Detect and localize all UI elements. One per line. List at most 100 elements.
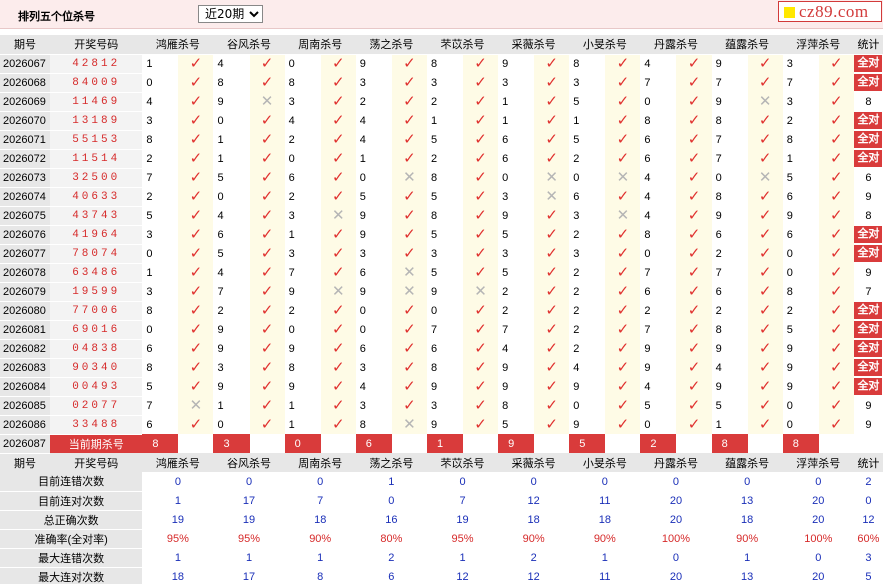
table-row: 2026082 04838 6 ✓ 9 ✓ 9 ✓ 6 ✓ 6 ✓ 4 ✓ 2 ✓ 9 ✓ 9 ✓ 9 ✓ 全对 <box>0 339 883 359</box>
kill-number-cell: 2 <box>569 263 606 282</box>
logo-square-icon <box>784 7 795 18</box>
check-icon: ✓ <box>545 340 558 357</box>
kill-number-cell: 7 <box>142 168 179 187</box>
kill-number-cell: 6 <box>213 225 250 244</box>
period-select[interactable]: 近20期 <box>198 5 263 23</box>
check-icon: ✓ <box>830 207 843 224</box>
table-row: 2026079 19599 3 ✓ 7 ✓ 9 ✕ 9 ✕ 9 ✕ 2 ✓ 2 ✓ 6 ✓ 6 ✓ 8 ✓ 7 <box>0 282 883 302</box>
kill-number-cell: 0 <box>213 111 250 130</box>
draw-number-cell: 77006 <box>50 301 143 321</box>
kill-number-cell: 9 <box>213 377 250 396</box>
kill-number-cell: 1 <box>284 396 321 415</box>
summary-value: 2 <box>530 551 537 564</box>
kill-number-cell: 8 <box>640 225 677 244</box>
kill-number-cell: 4 <box>640 168 677 187</box>
check-icon: ✓ <box>260 340 274 357</box>
table-header-row: 期号 开奖号码 鸿雁杀号 谷风杀号 周南杀号 荡之杀号 芣苡杀号 采薇杀号 小旻… <box>0 35 883 55</box>
kill-number-cell: 5 <box>498 415 535 434</box>
check-icon: ✓ <box>331 245 345 262</box>
kill-number-cell: 4 <box>640 54 677 73</box>
check-icon: ✓ <box>616 245 630 262</box>
issue-cell: 2026086 <box>0 415 51 435</box>
check-icon: ✓ <box>474 150 487 167</box>
kill-number-cell: 7 <box>711 263 748 282</box>
check-icon: ✓ <box>545 112 558 129</box>
issue-cell: 2026071 <box>0 130 51 150</box>
kill-number-cell: 7 <box>498 320 535 339</box>
kill-number-cell: 8 <box>426 168 464 187</box>
check-icon: ✓ <box>474 378 487 395</box>
check-icon: ✓ <box>331 55 345 73</box>
kill-number-cell: 3 <box>142 111 179 130</box>
summary-value: 1 <box>174 551 181 564</box>
kill-number-cell: 2 <box>284 130 321 149</box>
kill-number-cell: 6 <box>142 339 179 358</box>
table-row: 2026081 69016 0 ✓ 9 ✓ 0 ✓ 0 ✓ 7 ✓ 7 ✓ 2 ✓ 7 ✓ 8 ✓ 5 ✓ 全对 <box>0 320 883 340</box>
kill-number-cell: 9 <box>711 377 748 396</box>
check-icon: ✓ <box>331 169 345 186</box>
summary-value: 1 <box>388 475 395 488</box>
summary-value: 12 <box>527 494 540 507</box>
check-icon: ✓ <box>474 340 487 357</box>
all-correct-badge: 全对 <box>854 131 883 148</box>
current-spacer <box>391 434 427 453</box>
current-kill-number: 2 <box>640 434 677 453</box>
kill-number-cell: 4 <box>284 111 321 130</box>
draw-number-cell: 33488 <box>50 415 143 435</box>
kill-number-cell: 4 <box>213 263 250 282</box>
table-row: 2026086 33488 6 ✓ 0 ✓ 1 ✓ 8 ✕ 9 ✓ 5 ✓ 9 ✓ 0 ✓ 1 ✓ 0 ✓ 9 <box>0 415 883 435</box>
check-icon: ✓ <box>758 283 772 300</box>
sum-col-header-dangzhi: 荡之杀号 <box>355 453 427 472</box>
site-logo[interactable]: cz89.com <box>778 1 882 22</box>
check-icon: ✓ <box>403 55 416 73</box>
draw-number-cell: 04838 <box>50 339 143 359</box>
kill-number-cell: 0 <box>569 396 606 415</box>
kill-number-cell: 9 <box>569 377 606 396</box>
check-icon: ✓ <box>687 340 701 357</box>
summary-value: 19 <box>242 513 256 526</box>
summary-row: 目前连错次数 0 0 0 1 0 0 0 0 0 0 2 <box>0 472 883 492</box>
check-icon: ✓ <box>758 359 772 376</box>
summary-value: 12 <box>456 570 469 583</box>
summary-value: 18 <box>598 513 611 526</box>
kill-number-cell: 3 <box>782 92 819 111</box>
kill-number-cell: 5 <box>213 168 250 187</box>
kill-number-cell: 4 <box>569 358 606 377</box>
check-icon: ✓ <box>403 131 416 148</box>
kill-number-cell: 0 <box>142 244 179 263</box>
summary-value: 6 <box>388 570 395 583</box>
kill-number-cell: 5 <box>142 206 179 225</box>
cross-icon: ✕ <box>758 93 772 110</box>
summary-value: 0 <box>459 475 466 488</box>
kill-number-cell: 3 <box>213 358 250 377</box>
check-icon: ✓ <box>260 207 274 224</box>
kill-number-cell: 6 <box>142 415 179 434</box>
check-icon: ✓ <box>545 150 558 167</box>
table-row: 2026085 02077 7 ✕ 1 ✓ 1 ✓ 3 ✓ 3 ✓ 8 ✓ 0 ✓ 5 ✓ 5 ✓ 0 ✓ 9 <box>0 396 883 416</box>
summary-label: 目前连错次数 <box>0 472 143 492</box>
check-icon: ✓ <box>331 131 345 148</box>
kill-number-cell: 0 <box>782 263 819 282</box>
kill-number-cell: 5 <box>355 187 392 206</box>
summary-stat-value: 5 <box>865 570 872 583</box>
kill-number-cell: 8 <box>284 73 321 92</box>
stat-cell: 9 <box>865 399 872 412</box>
check-icon: ✓ <box>474 416 487 433</box>
check-icon: ✓ <box>403 150 416 167</box>
summary-value: 17 <box>242 494 256 507</box>
kill-number-cell: 6 <box>284 168 321 187</box>
check-icon: ✓ <box>687 188 701 205</box>
draw-number-cell: 41964 <box>50 225 143 245</box>
kill-number-cell: 2 <box>569 301 606 320</box>
check-icon: ✓ <box>260 55 274 73</box>
summary-value: 95% <box>238 532 261 545</box>
stat-cell: 8 <box>865 95 872 108</box>
check-icon: ✓ <box>403 112 416 129</box>
check-icon: ✓ <box>474 112 487 129</box>
kill-number-cell: 4 <box>711 358 748 377</box>
summary-value: 0 <box>245 475 253 488</box>
check-icon: ✓ <box>260 302 274 319</box>
draw-number-cell: 69016 <box>50 320 143 340</box>
sum-col-header-caiwei: 采薇杀号 <box>498 453 570 472</box>
kill-number-cell: 5 <box>711 396 748 415</box>
